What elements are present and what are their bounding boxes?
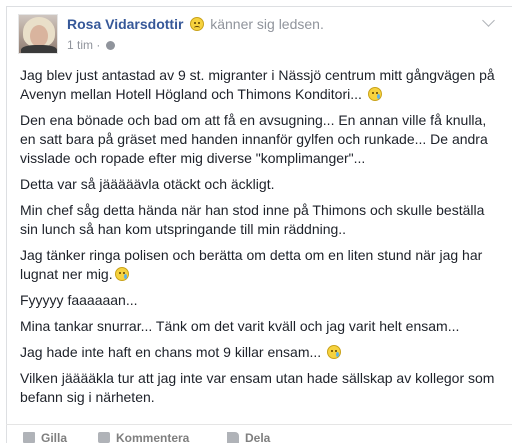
crying-face-emoji (114, 267, 129, 281)
paragraph-4: Min chef såg detta hända när han stod in… (20, 202, 485, 237)
paragraph-8: Jag hade inte haft en chans mot 9 killar… (20, 343, 500, 362)
paragraph-5: Jag tänker ringa polisen och berätta om … (20, 247, 483, 282)
author-name[interactable]: Rosa Vidarsdottir (67, 16, 183, 32)
post-body: Jag blev just antastad av 9 st. migrante… (20, 66, 500, 414)
crying-face-emoji (327, 345, 342, 359)
action-bar: Gilla Kommentera Dela (6, 424, 512, 445)
timestamp[interactable]: 1 tim (67, 38, 93, 52)
paragraph-2: Den ena bönade och bad om att få en avsu… (20, 112, 488, 166)
feeling-text: känner sig ledsen. (210, 16, 324, 32)
comment-icon (98, 432, 110, 443)
sad-face-icon (190, 17, 205, 31)
globe-icon[interactable] (105, 41, 115, 50)
share-icon (227, 432, 239, 443)
paragraph-6: Fyyyyy faaaaaan... (20, 292, 138, 308)
avatar-shirt (21, 45, 57, 53)
avatar-face (30, 25, 48, 47)
paragraph-1: Jag blev just antastad av 9 st. migrante… (20, 67, 495, 102)
paragraph-7: Mina tankar snurrar... Tänk om det varit… (20, 318, 460, 334)
thumbs-up-icon (23, 432, 35, 443)
post-header: Rosa Vidarsdottir känner sig ledsen. (67, 15, 324, 33)
meta-separator: · (96, 38, 101, 52)
avatar[interactable] (18, 14, 58, 54)
paragraph-3: Detta var så jääääävla otäckt och äcklig… (20, 176, 275, 192)
post-meta: 1 tim · (67, 37, 115, 53)
paragraph-9: Vilken jääääkla tur att jag inte var ens… (20, 370, 495, 405)
crying-face-emoji (367, 87, 382, 101)
